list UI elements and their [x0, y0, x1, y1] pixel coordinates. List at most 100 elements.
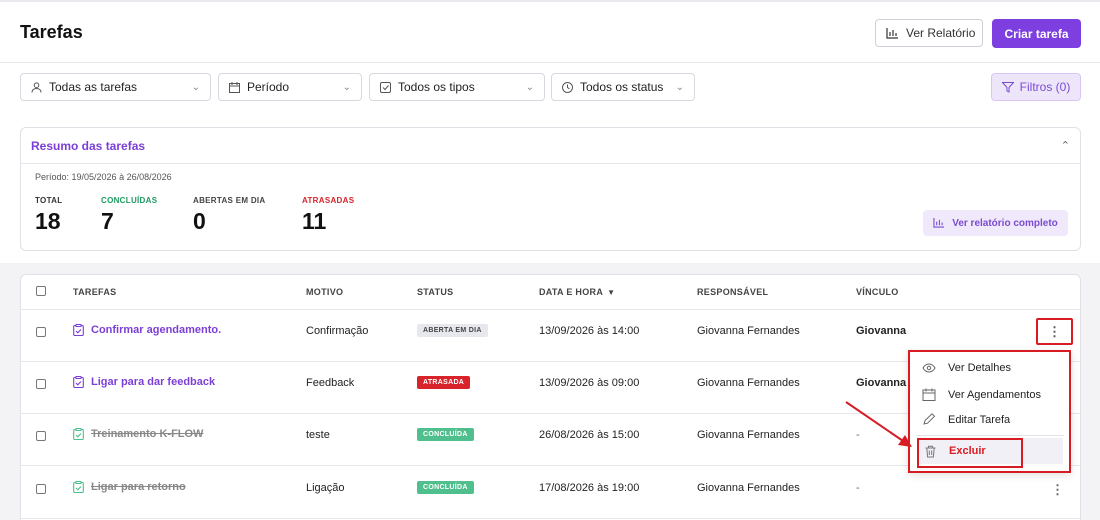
- clipboard-check-icon: [73, 376, 84, 388]
- status-badge: CONCLUÍDA: [417, 428, 474, 441]
- filters-label: Filtros (0): [1019, 80, 1071, 94]
- row-checkbox[interactable]: [36, 431, 46, 441]
- view-report-label: Ver Relatório: [906, 26, 976, 40]
- task-link-client[interactable]: Giovanna: [856, 325, 906, 337]
- stat-label: ATRASADAS: [302, 196, 355, 205]
- full-report-label: Ver relatório completo: [952, 217, 1058, 229]
- summary-title: Resumo das tarefas: [31, 138, 146, 153]
- header-status: STATUS: [417, 287, 454, 297]
- task-datetime: 26/08/2026 às 15:00: [539, 429, 640, 441]
- row-checkbox[interactable]: [36, 327, 46, 337]
- task-link[interactable]: Confirmar agendamento.: [73, 324, 221, 336]
- summary-header[interactable]: Resumo das tarefas ⌃: [21, 128, 1080, 164]
- clipboard-check-icon: [73, 481, 84, 493]
- task-owner: Giovanna Fernandes: [697, 482, 800, 494]
- task-owner: Giovanna Fernandes: [697, 325, 800, 337]
- divider: [21, 518, 1080, 519]
- task-summary-card: Resumo das tarefas ⌃ Período: 19/05/2026…: [20, 127, 1081, 251]
- page-title: Tarefas: [20, 22, 83, 42]
- filters-area: Todas as tarefas ⌄ Período ⌄ Todos os ti…: [0, 63, 1100, 263]
- task-reason: Ligação: [306, 482, 345, 494]
- header-owner: RESPONSÁVEL: [697, 287, 769, 297]
- row-checkbox[interactable]: [36, 379, 46, 389]
- task-reason: teste: [306, 429, 330, 441]
- task-datetime: 17/08/2026 às 19:00: [539, 482, 640, 494]
- pencil-icon: [923, 413, 936, 425]
- menu-divider: [916, 435, 1064, 436]
- task-link[interactable]: Ligar para retorno: [73, 481, 186, 493]
- more-vertical-icon: ⋮: [1048, 323, 1061, 339]
- clock-icon: [562, 81, 573, 93]
- row-actions-button[interactable]: ⋮: [1036, 318, 1073, 345]
- chevron-up-icon[interactable]: ⌃: [1061, 139, 1070, 152]
- header-datetime[interactable]: DATA E HORA ▼: [539, 275, 615, 309]
- chevron-down-icon: ⌄: [342, 81, 351, 93]
- all-status-dropdown[interactable]: Todos os status ⌄: [551, 73, 695, 101]
- all-status-label: Todos os status: [580, 80, 664, 94]
- header-reason: MOTIVO: [306, 287, 344, 297]
- stat-late: ATRASADAS 11: [302, 196, 354, 235]
- menu-item-view-schedules[interactable]: Ver Agendamentos: [922, 388, 1041, 401]
- task-datetime: 13/09/2026 às 14:00: [539, 325, 640, 337]
- stat-open-on-time: ABERTAS EM DIA 0: [193, 196, 266, 235]
- task-link-client[interactable]: Giovanna: [856, 377, 906, 389]
- menu-item-label: Editar Tarefa: [948, 413, 1011, 426]
- header-tasks: TAREFAS: [73, 287, 117, 297]
- header-link: VÍNCULO: [856, 287, 899, 297]
- menu-item-view-details[interactable]: Ver Detalhes: [922, 362, 1011, 374]
- task-name: Treinamento K-FLOW: [91, 428, 204, 440]
- stat-value: 7: [101, 208, 114, 234]
- stat-label: TOTAL: [35, 196, 63, 205]
- clipboard-check-icon: [73, 428, 84, 440]
- period-label: Período: [247, 80, 290, 94]
- bar-chart-icon: [933, 218, 945, 228]
- calendar-icon: [229, 81, 240, 93]
- stat-value: 0: [193, 208, 206, 234]
- header-datetime-label: DATA E HORA: [539, 287, 604, 297]
- divider: [21, 309, 1080, 310]
- menu-item-label: Ver Detalhes: [948, 362, 1011, 374]
- top-bar: Tarefas Ver Relatório Criar tarefa: [0, 0, 1100, 63]
- chevron-down-icon: ⌄: [191, 81, 200, 93]
- task-link[interactable]: Treinamento K-FLOW: [73, 428, 203, 440]
- more-vertical-icon[interactable]: ⋮: [1051, 482, 1064, 498]
- view-report-button[interactable]: Ver Relatório: [875, 19, 983, 47]
- delete-highlight-box: [917, 438, 1023, 468]
- row-checkbox[interactable]: [36, 484, 46, 494]
- stat-value: 18: [35, 208, 61, 234]
- chevron-down-icon: ⌄: [675, 81, 684, 93]
- all-types-label: Todos os tipos: [398, 80, 475, 94]
- task-name: Ligar para dar feedback: [91, 376, 216, 388]
- task-link-client: -: [856, 429, 860, 441]
- select-all-checkbox[interactable]: [36, 286, 46, 296]
- task-datetime: 13/09/2026 às 09:00: [539, 377, 640, 389]
- calendar-icon: [922, 388, 936, 401]
- task-reason: Confirmação: [306, 325, 369, 337]
- status-badge: ABERTA EM DIA: [417, 324, 488, 337]
- stat-total: TOTAL 18: [35, 196, 62, 235]
- menu-item-label: Ver Agendamentos: [948, 388, 1041, 401]
- task-link[interactable]: Ligar para dar feedback: [73, 376, 215, 388]
- stat-value: 11: [302, 208, 327, 234]
- create-task-button[interactable]: Criar tarefa: [992, 19, 1081, 48]
- all-tasks-label: Todas as tarefas: [49, 80, 138, 94]
- task-link-client: -: [856, 482, 860, 494]
- menu-item-edit-task[interactable]: Editar Tarefa: [922, 413, 1010, 426]
- period-dropdown[interactable]: Período ⌄: [218, 73, 362, 101]
- task-name: Confirmar agendamento.: [91, 324, 222, 336]
- stat-label: ABERTAS EM DIA: [193, 196, 266, 205]
- task-name: Ligar para retorno: [91, 481, 186, 493]
- filter-icon: [1001, 81, 1014, 93]
- chevron-down-icon: ⌄: [525, 81, 534, 93]
- sort-desc-icon: ▼: [607, 287, 616, 297]
- filters-button[interactable]: Filtros (0): [991, 73, 1081, 101]
- all-tasks-dropdown[interactable]: Todas as tarefas ⌄: [20, 73, 211, 101]
- bar-chart-icon: [886, 27, 898, 39]
- stat-label: CONCLUÍDAS: [101, 196, 158, 205]
- task-owner: Giovanna Fernandes: [697, 377, 800, 389]
- clipboard-check-icon: [73, 324, 84, 336]
- status-badge: ATRASADA: [417, 376, 471, 389]
- all-types-dropdown[interactable]: Todos os tipos ⌄: [369, 73, 545, 101]
- full-report-button[interactable]: Ver relatório completo: [923, 210, 1068, 236]
- status-badge: CONCLUÍDA: [417, 481, 474, 494]
